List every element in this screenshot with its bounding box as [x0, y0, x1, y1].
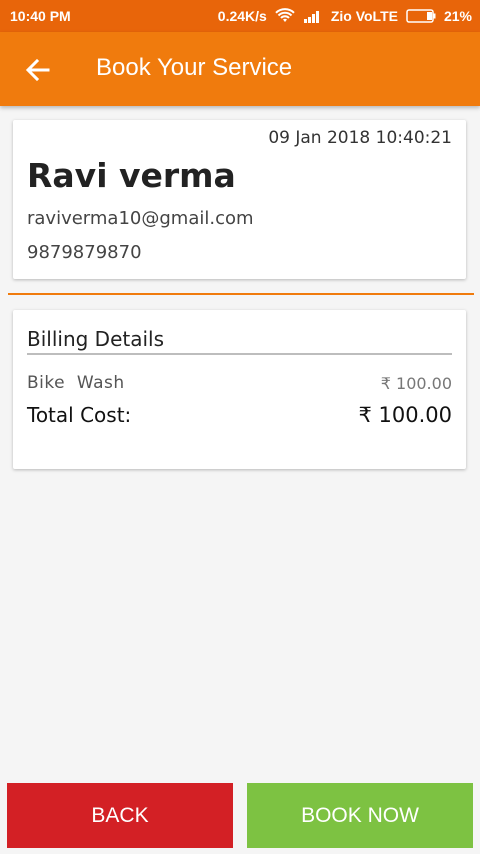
carrier-label: Zio VoLTE [330, 8, 398, 24]
wifi-icon [275, 8, 295, 24]
status-bar: 10:40 PM 0.24K/s Zio VoLTE 21% [0, 0, 480, 32]
back-arrow-icon[interactable] [24, 56, 52, 84]
total-cost-value: ₹ 100.00 [358, 403, 452, 427]
user-name: Ravi verma [27, 156, 236, 195]
user-email: raviverma10@gmail.com [27, 208, 254, 229]
battery-icon [406, 9, 436, 23]
service-item-price: ₹ 100.00 [380, 374, 452, 393]
book-now-button[interactable]: BOOK NOW [247, 783, 473, 848]
app-bar: Book Your Service [0, 32, 480, 106]
page-title: Book Your Service [96, 54, 293, 81]
status-time: 10:40 PM [10, 8, 71, 24]
total-cost-label: Total Cost: [27, 403, 132, 427]
billing-title: Billing Details [27, 327, 165, 351]
service-item-name: Bike Wash [27, 373, 125, 393]
status-indicators: 0.24K/s Zio VoLTE 21% [218, 8, 472, 24]
billing-divider [27, 353, 452, 355]
network-speed: 0.24K/s [217, 8, 267, 24]
back-button[interactable]: BACK [7, 783, 233, 848]
battery-percent: 21% [443, 8, 472, 24]
signal-icon [303, 9, 323, 23]
booking-datetime: 09 Jan 2018 10:40:21 [268, 128, 452, 148]
user-phone: 9879879870 [27, 242, 142, 263]
section-divider [8, 293, 474, 295]
billing-card: Billing Details Bike Wash ₹ 100.00 Total… [13, 310, 466, 469]
user-card: 09 Jan 2018 10:40:21 Ravi verma raviverm… [13, 120, 466, 279]
